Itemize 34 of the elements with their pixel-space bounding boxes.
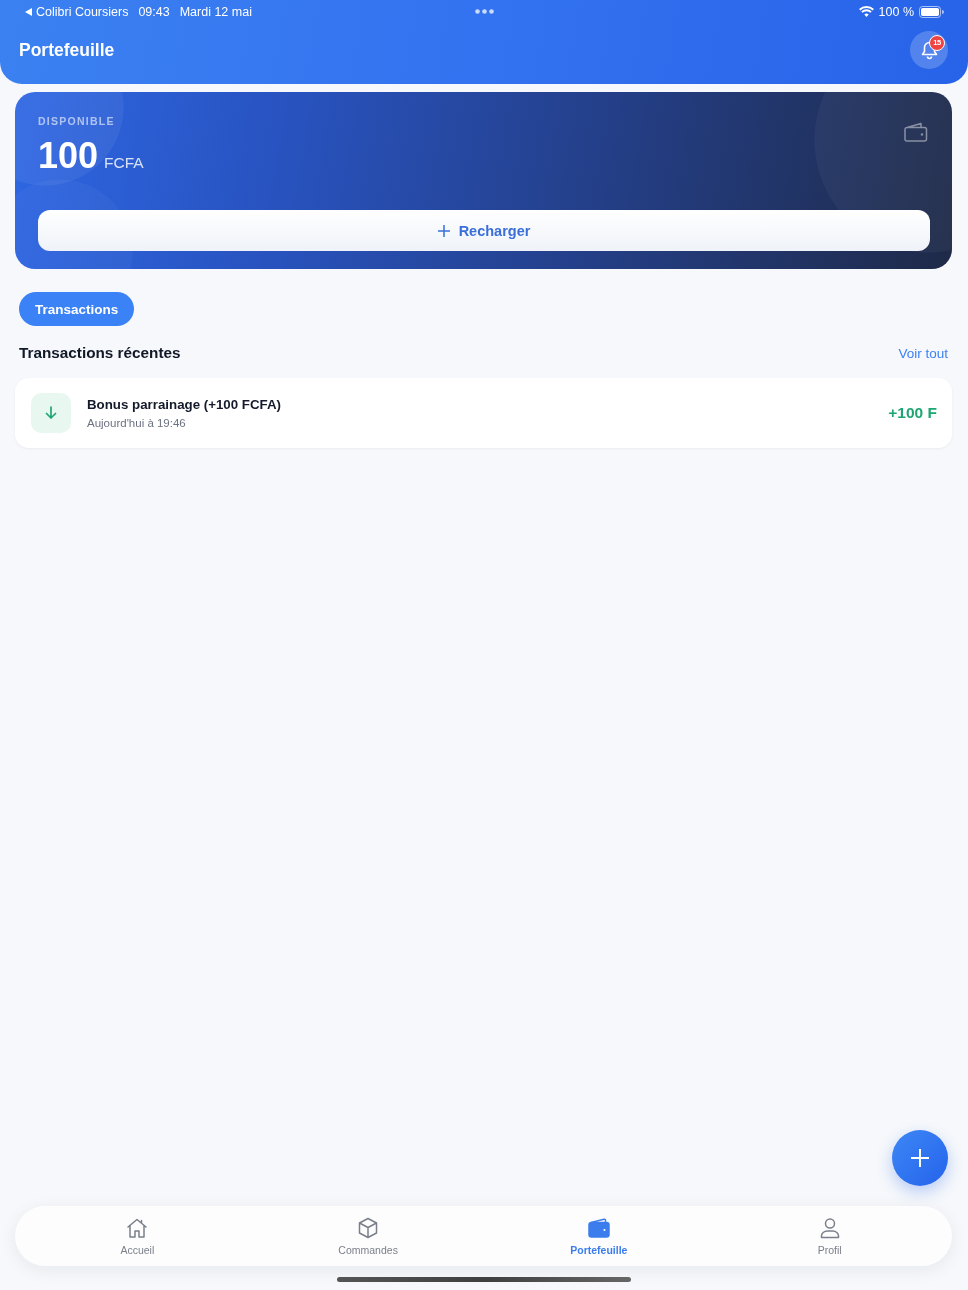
status-time: 09:43 — [138, 4, 170, 19]
see-all-link[interactable]: Voir tout — [898, 345, 948, 361]
balance-amount: 100 — [38, 136, 99, 176]
nav-tab[interactable]: Profil — [813, 1216, 846, 1256]
arrow-down-icon — [31, 393, 71, 433]
plus-icon — [437, 224, 450, 237]
wallet-icon — [904, 122, 928, 142]
transaction-amount: +100 F — [888, 404, 937, 422]
nav-tab[interactable]: Commandes — [334, 1216, 402, 1256]
recharge-button[interactable]: Recharger — [38, 210, 930, 251]
add-button[interactable] — [892, 1130, 948, 1186]
battery-percent: 100 % — [878, 4, 914, 19]
dots-icon[interactable] — [475, 9, 494, 14]
transaction-title: Bonus parrainage (+100 FCFA) — [87, 395, 281, 414]
person-icon — [818, 1216, 841, 1239]
balance-label: DISPONIBLE — [38, 114, 115, 128]
filter-tab[interactable]: Transactions — [19, 292, 135, 326]
back-link[interactable]: Colibri Coursiers — [25, 4, 129, 19]
wifi-icon — [858, 6, 874, 17]
box-icon — [357, 1216, 380, 1239]
plus-icon — [911, 1149, 929, 1167]
back-icon — [25, 7, 32, 16]
wallet-icon — [587, 1216, 610, 1239]
nav-tab[interactable]: Portefeuille — [566, 1216, 632, 1256]
currency-label: FCFA — [104, 154, 144, 172]
section-title: Transactions récentes — [19, 344, 181, 362]
nav-tab[interactable]: Accueil — [116, 1216, 159, 1256]
transaction-card[interactable]: Bonus parrainage (+100 FCFA) Aujourd'hui à 19:46 +100 F — [15, 378, 952, 448]
home-indicator[interactable] — [337, 1277, 631, 1282]
status-date: Mardi 12 mai — [179, 4, 252, 19]
page-title: Portefeuille — [19, 39, 115, 61]
home-icon — [126, 1216, 149, 1239]
transaction-time: Aujourd'hui à 19:46 — [87, 415, 186, 431]
battery-icon — [919, 5, 944, 18]
